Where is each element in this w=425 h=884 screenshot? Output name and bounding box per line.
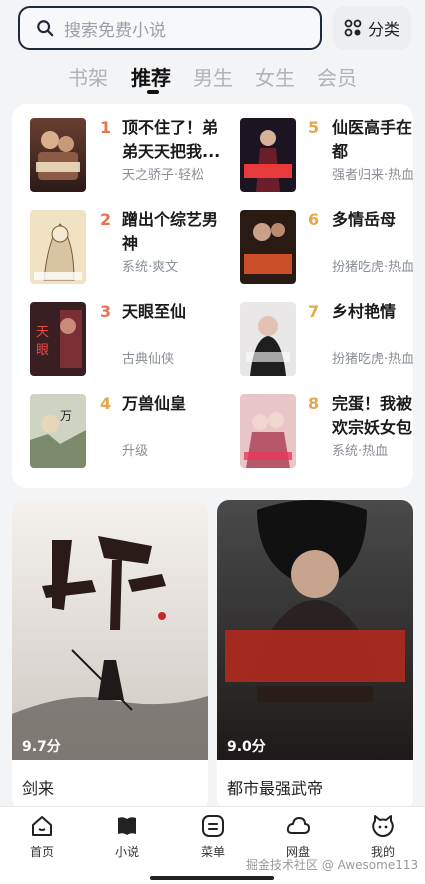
category-label: 分类 <box>367 20 400 39</box>
book-title: 多情岳母 <box>332 210 397 229</box>
book-icon <box>118 817 136 835</box>
tab-female[interactable]: 女生 <box>255 62 295 91</box>
book-title: 乡村艳情 <box>332 302 397 321</box>
rating-score: 9.0分 <box>227 739 266 755</box>
book-title: 完蛋！我被欢宗妖女包 <box>332 394 413 437</box>
rank-number: 6 <box>308 210 320 229</box>
book-tags: 扮猪吃虎·热血 <box>332 260 413 275</box>
book-cover <box>240 210 296 284</box>
featured-cover <box>12 500 208 760</box>
nav-menu-label: 菜单 <box>200 845 225 859</box>
profile-icon <box>372 815 394 837</box>
tab-recommend[interactable]: 推荐 <box>131 62 171 91</box>
nav-novel-label: 小说 <box>114 845 139 859</box>
nav-home-label: 首页 <box>29 845 54 859</box>
top-header: 搜索免费小说 分类 书架 推荐 男生 女生 会员 <box>0 0 425 100</box>
rank-number: 7 <box>308 302 320 321</box>
nav-cloud[interactable]: 网盘 <box>268 813 328 860</box>
nav-home[interactable]: 首页 <box>12 813 72 860</box>
featured-card-1[interactable]: 9.7分 剑来 <box>12 500 208 810</box>
home-icon <box>32 816 52 836</box>
book-tags: 扮猪吃虎·热血 <box>332 352 413 367</box>
rating-score: 9.7分 <box>22 739 61 755</box>
search-icon <box>37 20 54 37</box>
book-title: 仙医高手在都 <box>332 118 413 161</box>
home-indicator <box>150 876 274 880</box>
book-tags: 系统·热血 <box>332 444 389 459</box>
category-button[interactable]: 分类 <box>333 6 411 50</box>
search-bar[interactable]: 搜索免费小说 <box>18 6 322 50</box>
book-cover <box>240 118 296 192</box>
book-cover <box>240 302 296 376</box>
nav-menu[interactable]: 菜单 <box>183 813 243 860</box>
ranking-card: 1 顶不住了！弟弟天天把我... 天之骄子·轻松 2 蹭出个综艺男神 系统·爽文… <box>12 104 413 488</box>
rank-number: 5 <box>308 118 320 137</box>
featured-card-2[interactable]: 9.0分 都市最强武帝 <box>217 500 413 810</box>
rank-item-8[interactable]: 8 完蛋！我被欢宗妖女包 系统·热血 <box>12 380 413 468</box>
rank-item-5[interactable]: 5 仙医高手在都 强者归来·热血 <box>12 104 413 192</box>
grid-icon <box>344 19 362 37</box>
menu-icon <box>202 815 224 837</box>
rank-item-6[interactable]: 6 多情岳母 扮猪吃虎·热血 <box>12 196 413 284</box>
tab-bookshelf[interactable]: 书架 <box>68 62 108 91</box>
tab-male[interactable]: 男生 <box>193 62 233 91</box>
rank-item-7[interactable]: 7 乡村艳情 扮猪吃虎·热血 <box>12 288 413 376</box>
cloud-icon <box>286 817 310 834</box>
featured-cover <box>217 500 413 760</box>
tab-vip[interactable]: 会员 <box>317 62 357 91</box>
tab-active-indicator <box>147 90 159 94</box>
rank-number: 8 <box>308 394 320 413</box>
nav-profile[interactable]: 我的 <box>353 813 413 860</box>
search-placeholder: 搜索免费小说 <box>64 20 166 41</box>
book-tags: 强者归来·热血 <box>332 168 413 183</box>
featured-title: 剑来 <box>22 779 55 798</box>
nav-novel[interactable]: 小说 <box>97 813 157 860</box>
featured-title: 都市最强武帝 <box>227 779 324 798</box>
book-cover <box>240 394 296 468</box>
tab-bar: 书架 推荐 男生 女生 会员 <box>0 62 425 96</box>
watermark: 掘金技术社区 @ Awesome113 <box>246 858 419 872</box>
